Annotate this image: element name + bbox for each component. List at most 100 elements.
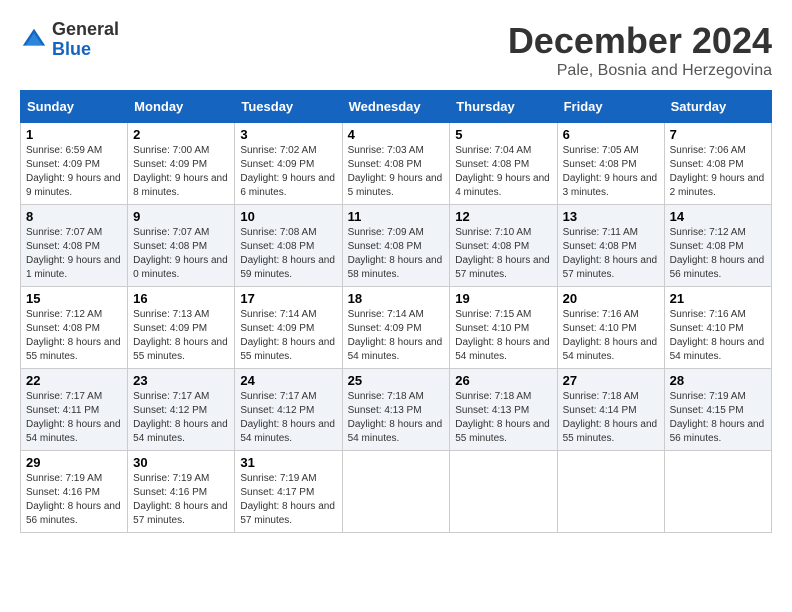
day-detail: Sunrise: 7:16 AMSunset: 4:10 PMDaylight:… [670,309,765,362]
header-row: Sunday Monday Tuesday Wednesday Thursday… [21,91,772,123]
day-detail: Sunrise: 7:16 AMSunset: 4:10 PMDaylight:… [563,309,658,362]
calendar-cell: 8 Sunrise: 7:07 AMSunset: 4:08 PMDayligh… [21,205,128,287]
logo-text: General Blue [52,20,119,60]
calendar-cell: 11 Sunrise: 7:09 AMSunset: 4:08 PMDaylig… [342,205,450,287]
calendar-cell [664,451,771,533]
day-detail: Sunrise: 7:10 AMSunset: 4:08 PMDaylight:… [455,227,550,280]
col-thursday: Thursday [450,91,557,123]
title-area: December 2024 Pale, Bosnia and Herzegovi… [508,20,772,80]
day-detail: Sunrise: 7:11 AMSunset: 4:08 PMDaylight:… [563,227,658,280]
calendar-cell: 19 Sunrise: 7:15 AMSunset: 4:10 PMDaylig… [450,287,557,369]
calendar-row: 29 Sunrise: 7:19 AMSunset: 4:16 PMDaylig… [21,451,772,533]
calendar-cell: 27 Sunrise: 7:18 AMSunset: 4:14 PMDaylig… [557,369,664,451]
col-friday: Friday [557,91,664,123]
day-detail: Sunrise: 7:15 AMSunset: 4:10 PMDaylight:… [455,309,550,362]
day-number: 29 [26,455,122,470]
col-tuesday: Tuesday [235,91,342,123]
col-wednesday: Wednesday [342,91,450,123]
logo-blue: Blue [52,39,91,59]
calendar-cell: 3 Sunrise: 7:02 AMSunset: 4:09 PMDayligh… [235,123,342,205]
day-number: 2 [133,127,229,142]
logo: General Blue [20,20,119,60]
day-number: 15 [26,291,122,306]
calendar-cell: 21 Sunrise: 7:16 AMSunset: 4:10 PMDaylig… [664,287,771,369]
day-detail: Sunrise: 7:19 AMSunset: 4:15 PMDaylight:… [670,391,765,444]
day-detail: Sunrise: 7:17 AMSunset: 4:11 PMDaylight:… [26,391,121,444]
day-number: 8 [26,209,122,224]
day-number: 16 [133,291,229,306]
day-number: 11 [348,209,445,224]
day-detail: Sunrise: 7:04 AMSunset: 4:08 PMDaylight:… [455,145,550,198]
day-detail: Sunrise: 7:09 AMSunset: 4:08 PMDaylight:… [348,227,443,280]
calendar-row: 8 Sunrise: 7:07 AMSunset: 4:08 PMDayligh… [21,205,772,287]
calendar-cell: 17 Sunrise: 7:14 AMSunset: 4:09 PMDaylig… [235,287,342,369]
location-subtitle: Pale, Bosnia and Herzegovina [508,62,772,80]
calendar-cell: 12 Sunrise: 7:10 AMSunset: 4:08 PMDaylig… [450,205,557,287]
day-detail: Sunrise: 7:17 AMSunset: 4:12 PMDaylight:… [240,391,335,444]
calendar-cell: 10 Sunrise: 7:08 AMSunset: 4:08 PMDaylig… [235,205,342,287]
day-number: 20 [563,291,659,306]
day-number: 19 [455,291,551,306]
day-detail: Sunrise: 7:18 AMSunset: 4:14 PMDaylight:… [563,391,658,444]
day-detail: Sunrise: 7:02 AMSunset: 4:09 PMDaylight:… [240,145,335,198]
page-header: General Blue December 2024 Pale, Bosnia … [20,20,772,80]
day-number: 14 [670,209,766,224]
calendar-cell: 29 Sunrise: 7:19 AMSunset: 4:16 PMDaylig… [21,451,128,533]
day-number: 13 [563,209,659,224]
calendar-cell: 25 Sunrise: 7:18 AMSunset: 4:13 PMDaylig… [342,369,450,451]
calendar-cell: 9 Sunrise: 7:07 AMSunset: 4:08 PMDayligh… [128,205,235,287]
day-number: 17 [240,291,336,306]
day-number: 18 [348,291,445,306]
day-number: 30 [133,455,229,470]
day-number: 12 [455,209,551,224]
day-detail: Sunrise: 7:19 AMSunset: 4:17 PMDaylight:… [240,473,335,526]
day-number: 7 [670,127,766,142]
calendar-row: 1 Sunrise: 6:59 AMSunset: 4:09 PMDayligh… [21,123,772,205]
day-detail: Sunrise: 7:18 AMSunset: 4:13 PMDaylight:… [348,391,443,444]
day-number: 22 [26,373,122,388]
day-number: 24 [240,373,336,388]
day-detail: Sunrise: 7:07 AMSunset: 4:08 PMDaylight:… [133,227,228,280]
day-detail: Sunrise: 7:17 AMSunset: 4:12 PMDaylight:… [133,391,228,444]
day-number: 25 [348,373,445,388]
day-number: 9 [133,209,229,224]
day-number: 23 [133,373,229,388]
calendar-cell: 24 Sunrise: 7:17 AMSunset: 4:12 PMDaylig… [235,369,342,451]
calendar-cell: 15 Sunrise: 7:12 AMSunset: 4:08 PMDaylig… [21,287,128,369]
day-detail: Sunrise: 7:05 AMSunset: 4:08 PMDaylight:… [563,145,658,198]
col-monday: Monday [128,91,235,123]
logo-icon [20,26,48,54]
calendar-cell: 16 Sunrise: 7:13 AMSunset: 4:09 PMDaylig… [128,287,235,369]
day-number: 26 [455,373,551,388]
day-number: 28 [670,373,766,388]
calendar-cell: 7 Sunrise: 7:06 AMSunset: 4:08 PMDayligh… [664,123,771,205]
day-number: 3 [240,127,336,142]
calendar-cell: 20 Sunrise: 7:16 AMSunset: 4:10 PMDaylig… [557,287,664,369]
calendar-cell [450,451,557,533]
day-detail: Sunrise: 7:19 AMSunset: 4:16 PMDaylight:… [26,473,121,526]
calendar-cell: 30 Sunrise: 7:19 AMSunset: 4:16 PMDaylig… [128,451,235,533]
day-number: 4 [348,127,445,142]
day-detail: Sunrise: 7:14 AMSunset: 4:09 PMDaylight:… [348,309,443,362]
calendar-cell: 22 Sunrise: 7:17 AMSunset: 4:11 PMDaylig… [21,369,128,451]
calendar-cell: 18 Sunrise: 7:14 AMSunset: 4:09 PMDaylig… [342,287,450,369]
day-detail: Sunrise: 7:13 AMSunset: 4:09 PMDaylight:… [133,309,228,362]
day-number: 21 [670,291,766,306]
day-detail: Sunrise: 7:12 AMSunset: 4:08 PMDaylight:… [670,227,765,280]
day-number: 1 [26,127,122,142]
calendar-row: 22 Sunrise: 7:17 AMSunset: 4:11 PMDaylig… [21,369,772,451]
day-detail: Sunrise: 7:00 AMSunset: 4:09 PMDaylight:… [133,145,228,198]
day-detail: Sunrise: 7:08 AMSunset: 4:08 PMDaylight:… [240,227,335,280]
calendar-row: 15 Sunrise: 7:12 AMSunset: 4:08 PMDaylig… [21,287,772,369]
day-number: 31 [240,455,336,470]
calendar-cell: 4 Sunrise: 7:03 AMSunset: 4:08 PMDayligh… [342,123,450,205]
calendar-cell: 14 Sunrise: 7:12 AMSunset: 4:08 PMDaylig… [664,205,771,287]
day-detail: Sunrise: 7:03 AMSunset: 4:08 PMDaylight:… [348,145,443,198]
calendar-cell: 31 Sunrise: 7:19 AMSunset: 4:17 PMDaylig… [235,451,342,533]
calendar-cell: 26 Sunrise: 7:18 AMSunset: 4:13 PMDaylig… [450,369,557,451]
logo-general: General [52,19,119,39]
day-detail: Sunrise: 7:18 AMSunset: 4:13 PMDaylight:… [455,391,550,444]
calendar-cell: 28 Sunrise: 7:19 AMSunset: 4:15 PMDaylig… [664,369,771,451]
day-number: 10 [240,209,336,224]
calendar-cell: 13 Sunrise: 7:11 AMSunset: 4:08 PMDaylig… [557,205,664,287]
